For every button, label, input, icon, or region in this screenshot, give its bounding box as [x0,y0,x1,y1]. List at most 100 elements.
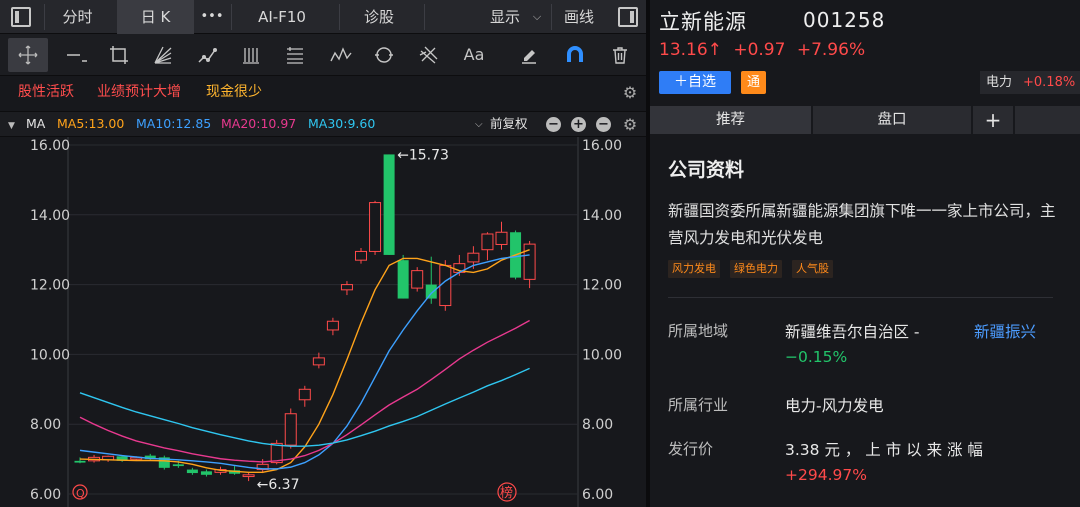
ma30-value: MA30:9.60 [308,116,376,131]
rectangle-tool-icon[interactable] [99,38,139,72]
diagnose-stock-button[interactable]: 诊股 [340,0,418,34]
plus-circle-icon[interactable]: + [571,117,586,132]
divider [668,297,1053,298]
concept-tag[interactable]: 风力发电 [668,260,720,278]
y-tick-label-right: 16.00 [582,138,622,154]
tag-earnings-forecast[interactable]: 业绩预计大增 [97,82,181,102]
info-tabs: 推荐 盘口 + [650,106,1080,134]
candle-body-down [186,469,198,474]
crosshair-icon[interactable] [8,38,48,72]
candle-body-up [495,231,508,245]
wave-pattern-icon[interactable] [320,38,360,72]
magnet-snap-icon[interactable] [555,38,595,72]
candle-body-up [369,202,382,252]
q-mark-label: Q [76,487,85,500]
candle-body-up [411,270,424,289]
ma10-line [79,254,530,470]
tab-daily-k[interactable]: 日 K [117,0,194,34]
candle-body-down [74,460,86,463]
add-tab-icon[interactable]: + [973,106,1013,134]
y-tick-label-right: 6.00 [582,487,613,503]
sector-name: 电力 [986,75,1013,90]
current-price: 13.16↑ [659,40,722,60]
minus-circle-icon[interactable]: − [546,117,561,132]
region-value: 新疆维吾尔自治区 - [785,323,920,341]
region-change: −0.15% [785,348,848,366]
collapse-left-icon[interactable] [11,7,31,27]
eraser-icon[interactable] [509,38,549,72]
kline-chart[interactable]: 16.00 16.00 14.00 14.00 12.00 12.00 10.00 10.00… [0,137,646,507]
gear-icon[interactable]: ⚙ [622,85,638,101]
tag-active-stock[interactable]: 股性活跃 [18,82,74,102]
info-panel: 立新能源 001258 13.16↑ +0.97 +7.96% ＋自选 通 电力… [650,0,1080,507]
fibonacci-icon[interactable] [275,38,315,72]
candle-body-down [425,284,437,299]
trend-pattern-icon[interactable] [187,38,227,72]
region-link[interactable]: 新疆振兴 [974,320,1036,342]
collapse-right-icon[interactable] [618,7,638,27]
collapse-triangle-icon[interactable]: ▼ [8,118,15,134]
y-tick-label-left: 6.00 [30,487,61,503]
concept-tag[interactable]: 人气股 [792,260,833,278]
kline-pane: 分时 日 K ••• AI-F10 诊股 显示 ⌵ 画线 Aa 股性活跃 业绩预… [0,0,646,507]
ma-label[interactable]: MA [26,116,45,132]
horizontal-line-icon[interactable] [56,38,96,72]
ma10-value: MA10:12.85 [136,116,212,131]
ipo-price-label: 发行价 [668,440,714,458]
divider [1013,106,1015,134]
gear-icon[interactable]: ⚙ [622,117,638,133]
stock-name: 立新能源 [659,10,747,34]
region-label: 所属地域 [668,322,729,340]
ipo-price-value: 3.38 元 ， 上 市 以 来 涨 幅 [785,441,983,459]
trash-icon[interactable] [600,38,640,72]
price-adjust-dropdown[interactable]: 前复权 [490,116,528,132]
draw-line-button[interactable]: 画线 [553,0,605,34]
display-dropdown[interactable]: 显示 [480,0,530,34]
y-tick-label-right: 14.00 [582,208,622,224]
candle-body-up [467,252,480,263]
candle-body-up [340,284,353,291]
sector-badge[interactable]: 电力 +0.18% [980,71,1080,94]
price-change-pct: +7.96% [796,40,866,60]
price-change: +0.97 [733,40,786,60]
tag-low-cash[interactable]: 现金很少 [206,82,262,102]
stock-code: 001258 [803,8,886,32]
kline-chart-svg[interactable]: 16.00 16.00 14.00 14.00 12.00 12.00 10.00 10.00… [0,137,646,507]
tab-order-book[interactable]: 盘口 [813,106,971,134]
add-to-watchlist-button[interactable]: ＋自选 [659,71,731,94]
candle-body-up [439,264,452,307]
ipo-gain-value: +294.97% [785,466,867,484]
fan-lines-icon[interactable] [143,38,183,72]
ai-f10-button[interactable]: AI-F10 [232,0,332,34]
y-tick-label-right: 12.00 [582,278,622,294]
y-tick-label-right: 10.00 [582,347,622,363]
price-line: 13.16↑ +0.97 +7.96% [659,40,871,60]
low-price-annotation: ←6.37 [257,477,300,493]
concept-tag[interactable]: 绿色电力 [730,260,782,278]
candle-body-up [312,357,325,366]
sector-change: +0.18% [1023,75,1076,90]
divider [424,4,425,30]
y-tick-label-left: 8.00 [30,417,61,433]
high-price-annotation: ←15.73 [397,147,449,163]
industry-value[interactable]: 电力-风力发电 [785,394,884,416]
minus-circle-icon[interactable]: − [596,117,611,132]
chevron-down-icon[interactable]: ⌵ [475,117,483,133]
stock-connect-badge[interactable]: 通 [741,71,766,94]
parallel-lines-icon[interactable] [231,38,271,72]
gann-lines-icon[interactable] [409,38,449,72]
more-menu-button[interactable]: ••• [194,0,230,34]
y-tick-label-left: 10.00 [30,347,70,363]
candle-body-up [242,474,255,478]
cycle-tool-icon[interactable] [364,38,404,72]
candle-body-up [481,233,494,251]
company-description: 新疆国资委所属新疆能源集团旗下唯一一家上市公司，主营风力发电和光伏发电 [668,202,1056,247]
candle-body-up [326,320,339,331]
candle-body-down [383,154,395,255]
divider [551,4,552,30]
text-tool-icon[interactable]: Aa [454,38,494,72]
tab-recommend[interactable]: 推荐 [650,106,811,134]
chevron-down-icon[interactable]: ⌵ [528,0,546,34]
candle-body-down [200,471,212,475]
tab-fenshi[interactable]: 分时 [45,0,110,34]
